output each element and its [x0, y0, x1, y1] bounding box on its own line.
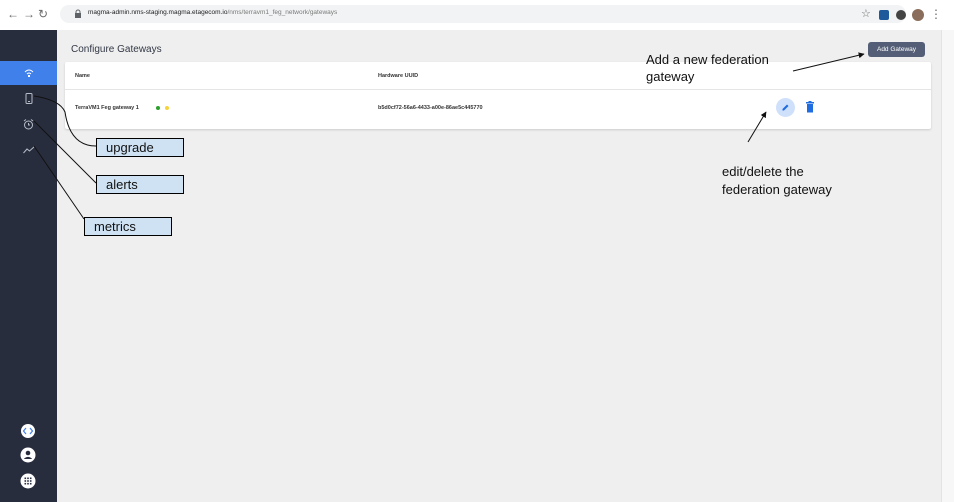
sidebar — [0, 30, 57, 502]
table-header: Name Hardware UUID — [65, 62, 931, 90]
reload-icon[interactable]: ↻ — [38, 7, 48, 21]
url-host: magma-admin.nms-staging.magma.etagecom.i… — [88, 9, 228, 16]
column-header-uuid: Hardware UUID — [378, 73, 419, 79]
annotation-edit-line2: federation gateway — [722, 182, 832, 197]
page-title: Configure Gateways — [71, 44, 162, 55]
lock-icon — [75, 9, 81, 18]
status-dot-green — [156, 106, 160, 110]
screen: ← → ↻ magma-admin.nms-staging.magma.etag… — [0, 0, 954, 502]
extensions-puzzle-icon[interactable] — [896, 10, 906, 20]
edit-icon — [782, 104, 789, 111]
callout-metrics: metrics — [84, 217, 172, 236]
url-path: /nms/terravm1_feg_network/gateways — [227, 9, 338, 16]
callout-alerts: alerts — [96, 175, 184, 194]
column-header-name: Name — [75, 73, 90, 79]
annotation-add-line2: gateway — [646, 69, 695, 84]
annotation-add-line1: Add a new federation — [646, 52, 769, 67]
add-gateway-button[interactable]: Add Gateway — [868, 42, 925, 57]
sidebar-item-metrics[interactable] — [0, 138, 57, 162]
browser-menu-icon[interactable]: ⋮ — [930, 7, 942, 21]
gateways-table: Name Hardware UUID TerraVM1 Feg gateway … — [65, 62, 931, 129]
url-text: magma-admin.nms-staging.magma.etagecom.i… — [88, 9, 337, 16]
extension-icon[interactable] — [879, 10, 889, 20]
back-arrow-icon[interactable]: ← — [7, 7, 19, 21]
phone-icon — [25, 92, 32, 104]
annotation-edit-line1: edit/delete the — [722, 164, 804, 179]
sidebar-item-equipment[interactable] — [0, 86, 57, 110]
alarm-icon — [23, 118, 34, 129]
sidebar-item-network[interactable] — [0, 61, 57, 85]
sidebar-item-alerts[interactable] — [0, 112, 57, 136]
edit-gateway-button[interactable] — [776, 98, 795, 117]
chart-icon — [22, 146, 35, 154]
apps-icon[interactable] — [20, 473, 36, 489]
browser-toolbar: ← → ↻ magma-admin.nms-staging.magma.etag… — [0, 0, 954, 30]
callout-upgrade: upgrade — [96, 138, 184, 157]
status-dot-yellow — [165, 106, 169, 110]
account-icon[interactable] — [20, 447, 36, 463]
wifi-icon — [24, 69, 33, 77]
hardware-uuid: b5d0cf72-56a6-4433-a00e-86ae5c445770 — [378, 105, 483, 111]
gateway-name[interactable]: TerraVM1 Feg gateway 1 — [75, 105, 139, 111]
profile-avatar[interactable] — [912, 9, 924, 21]
delete-icon[interactable] — [805, 101, 815, 113]
forward-arrow-icon[interactable]: → — [23, 7, 35, 21]
code-icon[interactable] — [20, 423, 36, 439]
scrollbar[interactable] — [941, 30, 954, 502]
star-icon[interactable]: ☆ — [861, 7, 871, 21]
